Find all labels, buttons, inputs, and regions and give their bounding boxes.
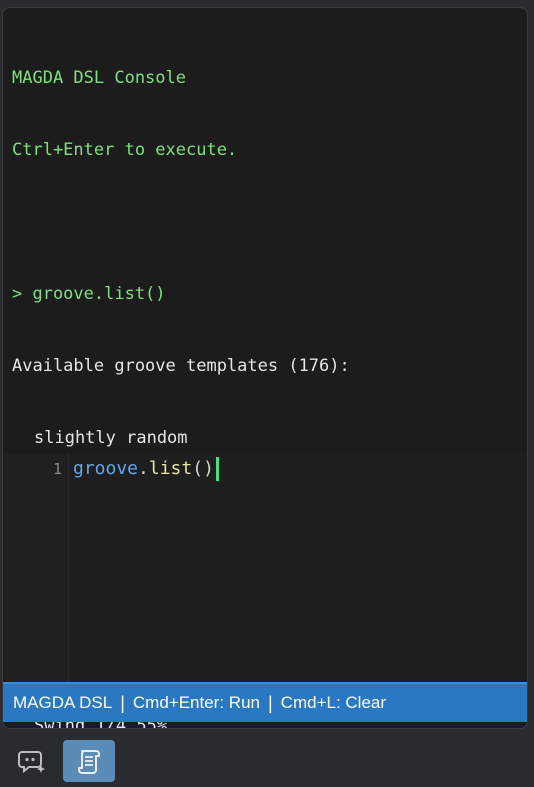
executed-command: > groove.list() — [12, 284, 166, 304]
line-gutter: 1 — [3, 454, 69, 684]
status-separator: | — [120, 692, 125, 713]
bottom-toolbar — [0, 736, 534, 787]
status-separator: | — [267, 692, 273, 713]
code-editor[interactable]: 1 groove.list() — [3, 454, 527, 684]
status-run-shortcut: Cmd+Enter: Run — [132, 693, 260, 712]
code-parens-token: () — [192, 458, 214, 479]
status-language: MAGDA DSL — [13, 693, 113, 712]
result-header: Available groove templates (176): — [12, 356, 350, 376]
ai-chat-button[interactable] — [6, 740, 58, 782]
status-bar: MAGDA DSL | Cmd+Enter: Run | Cmd+L: Clea… — [3, 682, 527, 722]
line-number: 1 — [52, 460, 62, 478]
console-hint: Ctrl+Enter to execute. — [12, 140, 238, 160]
console-log-button[interactable] — [63, 740, 115, 782]
status-clear-shortcut: Cmd+L: Clear — [280, 693, 387, 712]
dsl-console-panel: MAGDA DSL Console Ctrl+Enter to execute.… — [2, 7, 528, 729]
code-method-token: list — [148, 458, 193, 479]
code-dot-token: . — [138, 458, 149, 479]
template-item: slightly random — [34, 428, 188, 448]
code-line[interactable]: groove.list() — [73, 457, 219, 481]
sparkle-chat-icon — [18, 751, 45, 774]
code-object-token: groove — [73, 458, 139, 479]
scroll-icon — [78, 750, 100, 774]
console-title: MAGDA DSL Console — [12, 68, 186, 88]
text-cursor — [215, 457, 219, 481]
